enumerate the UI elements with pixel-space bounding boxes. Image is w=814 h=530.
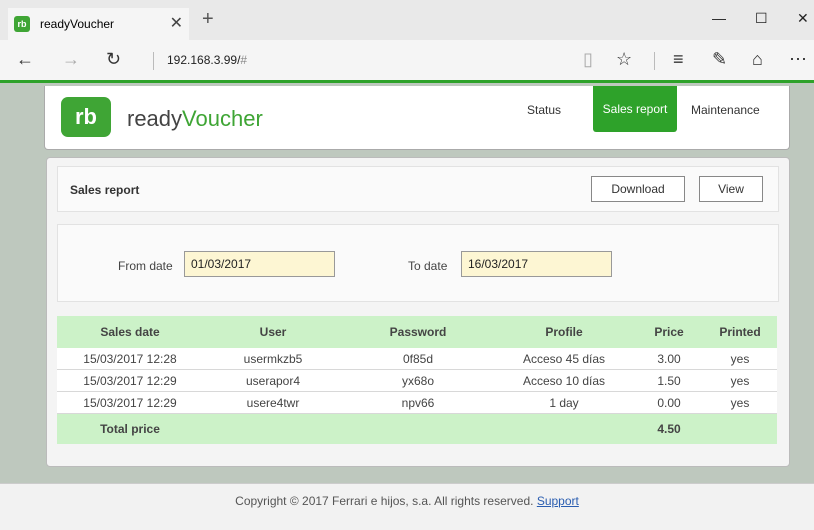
nav-maintenance[interactable]: Maintenance (691, 103, 760, 117)
column-header[interactable]: Profile (493, 316, 635, 348)
logo-text-voucher: Voucher (182, 106, 263, 131)
forward-arrow-icon[interactable]: → (62, 49, 80, 70)
browser-tab-bar: rb readyVoucher ✕ + — ☐ ✕ (0, 0, 814, 40)
web-note-icon[interactable]: ✎ (712, 49, 727, 70)
table-header-row: Sales date User Password Profile Price P… (57, 316, 777, 348)
column-header[interactable]: Sales date (57, 316, 203, 348)
site-footer: Copyright © 2017 Ferrari e hijos, s.a. A… (0, 483, 814, 530)
cell-price: 0.00 (635, 391, 703, 414)
hub-icon[interactable]: ≡ (673, 49, 684, 70)
back-arrow-icon[interactable]: ← (16, 49, 34, 70)
from-date-label: From date (118, 259, 173, 273)
column-header[interactable]: Price (635, 316, 703, 348)
logo-text-ready: ready (127, 106, 183, 131)
cell-profile: 1 day (493, 391, 635, 414)
logo-icon[interactable]: rb (61, 97, 111, 137)
total-row: Total price 4.50 (57, 413, 777, 444)
report-toolbar: Sales report Download View (57, 166, 779, 212)
cell-price: 1.50 (635, 369, 703, 392)
address-hash: # (240, 53, 248, 67)
new-tab-icon[interactable]: + (202, 8, 214, 31)
close-tab-icon[interactable]: ✕ (170, 13, 183, 33)
cell-user: userapor4 (203, 369, 343, 392)
cell-sales-date: 15/03/2017 12:29 (57, 391, 203, 414)
tab-title: readyVoucher (40, 17, 115, 31)
to-date-input[interactable] (461, 251, 612, 277)
site-header: rb readyVoucher Status Sales report Main… (44, 86, 790, 150)
column-header[interactable]: Printed (703, 316, 777, 348)
address-separator (153, 52, 154, 70)
minimize-icon[interactable]: — (712, 10, 726, 26)
empty-cell (343, 413, 493, 444)
table-row[interactable]: 15/03/2017 12:29 userapor4 yx68o Acceso … (57, 369, 777, 392)
table-row[interactable]: 15/03/2017 12:29 usere4twr npv66 1 day 0… (57, 391, 777, 414)
toolbar-separator (654, 52, 655, 70)
cell-user: usere4twr (203, 391, 343, 414)
cell-profile: Acceso 45 días (493, 348, 635, 370)
more-icon[interactable]: ⋯ (789, 49, 807, 70)
report-title: Sales report (70, 183, 140, 197)
refresh-icon[interactable]: ↻ (106, 49, 121, 70)
cell-printed: yes (703, 369, 777, 392)
cell-password: 0f85d (343, 348, 493, 370)
from-date-input[interactable] (184, 251, 335, 277)
total-price-label: Total price (57, 413, 203, 444)
to-date-label: To date (408, 259, 448, 273)
cell-password: yx68o (343, 369, 493, 392)
nav-sales-report[interactable]: Sales report (593, 86, 677, 132)
cell-sales-date: 15/03/2017 12:29 (57, 369, 203, 392)
cell-profile: Acceso 10 días (493, 369, 635, 392)
share-icon[interactable]: ⌂ (752, 49, 763, 70)
sales-report-panel: Sales report Download View From date To … (46, 157, 790, 467)
nav-status[interactable]: Status (527, 103, 561, 117)
address-bar[interactable]: 192.168.3.99/# (167, 53, 247, 67)
browser-tab[interactable]: rb readyVoucher ✕ (8, 8, 189, 40)
view-button[interactable]: View (699, 176, 763, 202)
total-price-value: 4.50 (635, 413, 703, 444)
window-close-icon[interactable]: ✕ (797, 10, 809, 27)
column-header[interactable]: User (203, 316, 343, 348)
sales-table: Sales date User Password Profile Price P… (57, 316, 777, 444)
logo-text[interactable]: readyVoucher (127, 106, 263, 132)
empty-cell (493, 413, 635, 444)
address-text: 192.168.3.99/ (167, 53, 241, 67)
empty-cell (203, 413, 343, 444)
date-filter: From date To date (57, 224, 779, 302)
cell-printed: yes (703, 348, 777, 370)
table-row[interactable]: 15/03/2017 12:28 usermkzb5 0f85d Acceso … (57, 348, 777, 370)
maximize-icon[interactable]: ☐ (755, 10, 768, 27)
support-link[interactable]: Support (537, 494, 579, 508)
reading-view-icon[interactable]: ▯ (583, 49, 593, 70)
cell-price: 3.00 (635, 348, 703, 370)
site-favicon-icon: rb (14, 16, 30, 32)
empty-cell (703, 413, 777, 444)
cell-password: npv66 (343, 391, 493, 414)
column-header[interactable]: Password (343, 316, 493, 348)
cell-user: usermkzb5 (203, 348, 343, 370)
cell-sales-date: 15/03/2017 12:28 (57, 348, 203, 370)
browser-nav-bar: ← → ↻ 192.168.3.99/# ▯ ☆ ≡ ✎ ⌂ ⋯ (0, 40, 814, 80)
favorite-star-icon[interactable]: ☆ (616, 49, 632, 70)
copyright-text: Copyright © 2017 Ferrari e hijos, s.a. A… (235, 494, 534, 508)
web-page: rb readyVoucher Status Sales report Main… (0, 80, 814, 530)
download-button[interactable]: Download (591, 176, 685, 202)
cell-printed: yes (703, 391, 777, 414)
